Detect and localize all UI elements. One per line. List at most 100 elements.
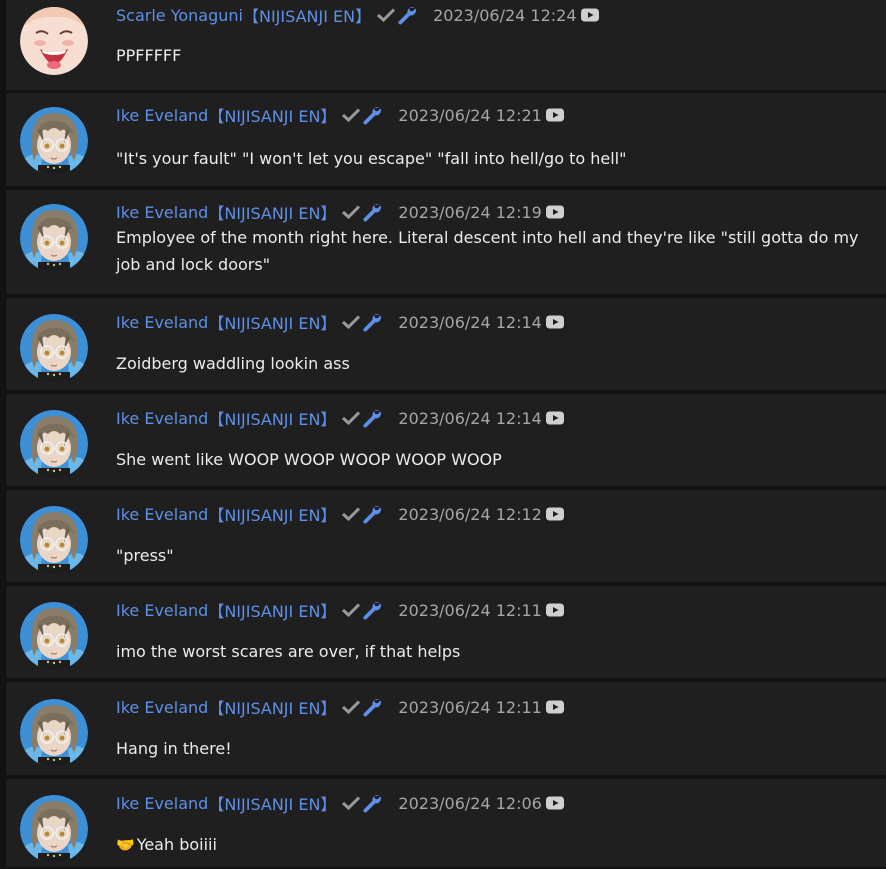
- wrench-icon: [362, 600, 382, 620]
- youtube-icon[interactable]: [545, 507, 564, 521]
- wrench-icon: [362, 697, 382, 717]
- comment-row: Ike Eveland 【NIJISANJI EN】 2023/06/24 12:…: [6, 586, 886, 680]
- comment-row: Ike Eveland 【NIJISANJI EN】 2023/06/24 12:…: [6, 394, 886, 488]
- comment-body: Hang in there!: [116, 739, 232, 758]
- timestamp[interactable]: 2023/06/24 12:12: [398, 505, 541, 524]
- author-name[interactable]: Ike Eveland: [116, 106, 208, 125]
- comment-text: Employee of the month right here. Litera…: [116, 224, 872, 278]
- comment-row: Ike Eveland 【NIJISANJI EN】 2023/06/24 12:…: [6, 682, 886, 777]
- comment-header: Ike Eveland 【NIJISANJI EN】 2023/06/24 12:…: [116, 103, 564, 127]
- author-name[interactable]: Scarle Yonaguni: [116, 6, 243, 25]
- author-affiliation-tag: 【NIJISANJI EN】: [208, 107, 337, 126]
- comment-header: Ike Eveland 【NIJISANJI EN】 2023/06/24 12:…: [116, 406, 564, 430]
- author-affiliation-tag: 【NIJISANJI EN】: [208, 314, 337, 333]
- timestamp[interactable]: 2023/06/24 12:14: [398, 313, 541, 332]
- youtube-icon[interactable]: [580, 8, 599, 22]
- comment-header: Ike Eveland 【NIJISANJI EN】 2023/06/24 12:…: [116, 200, 564, 224]
- handshake-emoji: 🤝: [116, 836, 135, 854]
- comment-body: Employee of the month right here. Litera…: [116, 228, 859, 274]
- comment-row: Ike Eveland 【NIJISANJI EN】 2023/06/24 12:…: [6, 779, 886, 869]
- author-affiliation-tag: 【NIJISANJI EN】: [208, 204, 337, 223]
- check-icon: [377, 8, 396, 22]
- author-affiliation-tag: 【NIJISANJI EN】: [208, 410, 337, 429]
- check-icon: [342, 507, 361, 521]
- comment-feed: Scarle Yonaguni 【NIJISANJI EN】 2023/06/24…: [0, 0, 886, 869]
- comment-header: Scarle Yonaguni 【NIJISANJI EN】 2023/06/24…: [116, 3, 599, 27]
- comment-text: "press": [116, 542, 872, 569]
- author-affiliation-tag: 【NIJISANJI EN】: [242, 7, 372, 26]
- author-name[interactable]: Ike Eveland: [116, 698, 208, 717]
- youtube-icon[interactable]: [545, 108, 564, 122]
- comment-text: She went like WOOP WOOP WOOP WOOP WOOP: [116, 446, 872, 473]
- author-name[interactable]: Ike Eveland: [116, 505, 208, 524]
- author-name[interactable]: Ike Eveland: [116, 203, 208, 222]
- check-icon: [342, 796, 361, 810]
- comment-row: Scarle Yonaguni 【NIJISANJI EN】 2023/06/24…: [6, 0, 886, 92]
- comment-row: Ike Eveland 【NIJISANJI EN】 2023/06/24 12:…: [6, 298, 886, 392]
- youtube-icon[interactable]: [545, 205, 564, 219]
- comment-text: 🤝 Yeah boiiii: [116, 831, 872, 859]
- comment-text: PPFFFFF: [116, 42, 872, 69]
- check-icon: [342, 108, 361, 122]
- comment-text: imo the worst scares are over, if that h…: [116, 638, 872, 665]
- timestamp[interactable]: 2023/06/24 12:11: [398, 601, 541, 620]
- comment-body: Zoidberg waddling lookin ass: [116, 354, 350, 373]
- youtube-icon[interactable]: [545, 315, 564, 329]
- youtube-icon[interactable]: [545, 700, 564, 714]
- ike-avatar[interactable]: [20, 699, 88, 767]
- youtube-icon[interactable]: [545, 796, 564, 810]
- author-name[interactable]: Ike Eveland: [116, 601, 208, 620]
- author-name[interactable]: Ike Eveland: [116, 794, 208, 813]
- comment-text: "It's your fault" "I won't let you escap…: [116, 145, 872, 172]
- wrench-icon: [397, 5, 417, 25]
- timestamp[interactable]: 2023/06/24 12:21: [398, 106, 541, 125]
- scarle-avatar[interactable]: [20, 7, 88, 75]
- comment-header: Ike Eveland 【NIJISANJI EN】 2023/06/24 12:…: [116, 791, 564, 815]
- ike-avatar[interactable]: [20, 410, 88, 478]
- comment-body: Yeah boiiii: [136, 835, 217, 854]
- comment-body: "It's your fault" "I won't let you escap…: [116, 149, 627, 168]
- comment-header: Ike Eveland 【NIJISANJI EN】 2023/06/24 12:…: [116, 502, 564, 526]
- check-icon: [342, 205, 361, 219]
- comment-row: Ike Eveland 【NIJISANJI EN】 2023/06/24 12:…: [6, 190, 886, 296]
- comment-body: PPFFFFF: [116, 46, 182, 65]
- wrench-icon: [362, 793, 382, 813]
- wrench-icon: [362, 504, 382, 524]
- comment-row: Ike Eveland 【NIJISANJI EN】 2023/06/24 12:…: [6, 93, 886, 188]
- comment-body: imo the worst scares are over, if that h…: [116, 642, 461, 661]
- author-affiliation-tag: 【NIJISANJI EN】: [208, 795, 337, 814]
- author-affiliation-tag: 【NIJISANJI EN】: [208, 602, 337, 621]
- timestamp[interactable]: 2023/06/24 12:06: [398, 794, 541, 813]
- ike-avatar[interactable]: [20, 506, 88, 574]
- wrench-icon: [362, 105, 382, 125]
- author-affiliation-tag: 【NIJISANJI EN】: [208, 506, 337, 525]
- ike-avatar[interactable]: [20, 107, 88, 175]
- ike-avatar[interactable]: [20, 795, 88, 863]
- ike-avatar[interactable]: [20, 314, 88, 382]
- comment-header: Ike Eveland 【NIJISANJI EN】 2023/06/24 12:…: [116, 598, 564, 622]
- check-icon: [342, 603, 361, 617]
- check-icon: [342, 700, 361, 714]
- comment-body: "press": [116, 546, 174, 565]
- comment-text: Zoidberg waddling lookin ass: [116, 350, 872, 377]
- timestamp[interactable]: 2023/06/24 12:14: [398, 409, 541, 428]
- comment-body: She went like WOOP WOOP WOOP WOOP WOOP: [116, 450, 502, 469]
- wrench-icon: [362, 408, 382, 428]
- timestamp[interactable]: 2023/06/24 12:11: [398, 698, 541, 717]
- timestamp[interactable]: 2023/06/24 12:19: [398, 203, 541, 222]
- timestamp[interactable]: 2023/06/24 12:24: [433, 6, 576, 25]
- youtube-icon[interactable]: [545, 603, 564, 617]
- comment-text: Hang in there!: [116, 735, 872, 762]
- comment-header: Ike Eveland 【NIJISANJI EN】 2023/06/24 12:…: [116, 310, 564, 334]
- comment-header: Ike Eveland 【NIJISANJI EN】 2023/06/24 12:…: [116, 695, 564, 719]
- wrench-icon: [362, 202, 382, 222]
- author-name[interactable]: Ike Eveland: [116, 313, 208, 332]
- ike-avatar[interactable]: [20, 602, 88, 670]
- author-affiliation-tag: 【NIJISANJI EN】: [208, 699, 337, 718]
- comment-row: Ike Eveland 【NIJISANJI EN】 2023/06/24 12:…: [6, 490, 886, 584]
- check-icon: [342, 315, 361, 329]
- author-name[interactable]: Ike Eveland: [116, 409, 208, 428]
- ike-avatar[interactable]: [20, 204, 88, 272]
- youtube-icon[interactable]: [545, 411, 564, 425]
- check-icon: [342, 411, 361, 425]
